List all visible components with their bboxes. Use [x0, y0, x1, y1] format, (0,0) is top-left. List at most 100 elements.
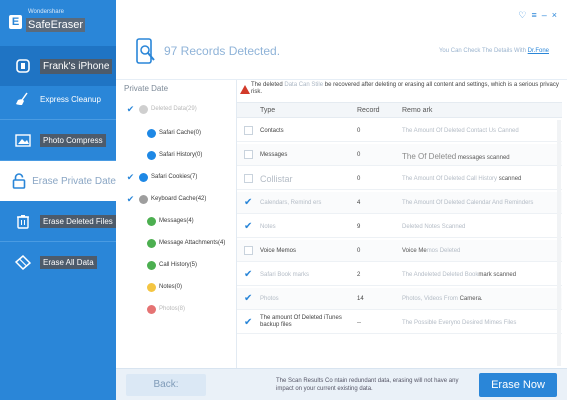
- sidebar-label-erase-all-data: Erase All Data: [40, 255, 97, 269]
- page-title: 97 Records Detected.: [164, 44, 281, 58]
- cell-type: Collistar: [260, 174, 293, 184]
- cell-type: Photos: [260, 296, 279, 302]
- warning-icon: [240, 85, 250, 94]
- checkbox[interactable]: [244, 174, 253, 183]
- cell-type: Notes: [260, 224, 276, 230]
- cell-remark: The Amount Of Deleted Calendar And Remin…: [402, 200, 534, 206]
- checkbox-icon[interactable]: [134, 261, 143, 270]
- category-icon: [147, 150, 156, 160]
- checkbox-icon[interactable]: [134, 151, 143, 160]
- tree-item[interactable]: Safari History(0): [134, 148, 202, 162]
- tree-item[interactable]: ✔ Keyboard Cache(42): [126, 192, 206, 206]
- cell-type: Calendars, Remind ers: [260, 200, 322, 206]
- window-controls: ♡ ≡ – ×: [518, 10, 557, 21]
- drfone-link[interactable]: Dr.Fone: [528, 48, 549, 54]
- tree-item[interactable]: ✔ Deleted Data(29): [126, 102, 197, 116]
- tree-item[interactable]: Photos(8): [134, 302, 185, 316]
- sidebar-item-photo-compress[interactable]: Photo Compress: [0, 120, 116, 160]
- checkbox-icon[interactable]: [134, 217, 143, 226]
- checkbox-checked-icon[interactable]: ✔: [244, 222, 254, 232]
- cell-record: 0: [357, 176, 361, 182]
- records-table: The deleted Data Can Stile be recovered …: [237, 80, 562, 368]
- checkbox-checked-icon[interactable]: ✔: [126, 194, 135, 204]
- cell-type: Messages: [260, 152, 288, 158]
- checkbox-icon[interactable]: [134, 239, 143, 248]
- cell-record: 9: [357, 224, 361, 230]
- cell-record: 14: [357, 296, 364, 302]
- category-icon: [139, 194, 148, 204]
- column-type[interactable]: Type: [260, 107, 275, 114]
- column-remark[interactable]: Remo ark: [402, 107, 432, 114]
- eraser-icon: [10, 254, 36, 270]
- cell-remark: The Of Deleted messages scanned: [402, 152, 510, 161]
- tree-item-label: Deleted Data(29): [151, 106, 197, 112]
- sidebar-item-erase-all-data[interactable]: Erase All Data: [0, 242, 116, 282]
- back-button[interactable]: Back:: [126, 374, 206, 396]
- cell-record: 0: [357, 152, 361, 158]
- table-row[interactable]: ✔ The amount Of Deleted iTunes backup fil…: [237, 312, 562, 334]
- category-icon: [147, 216, 156, 226]
- tree-item-label: Photos(8): [159, 306, 186, 312]
- tree-item[interactable]: Call History(5): [134, 258, 197, 272]
- table-row[interactable]: ✔ Photos 14 Photos, Videos From Camera.: [237, 288, 562, 310]
- table-row[interactable]: Messages 0 The Of Deleted messages scanned: [237, 144, 562, 166]
- table-row[interactable]: ✔ Safari Book marks 2 The Andeleted Deleted…: [237, 264, 562, 286]
- category-icon: [147, 238, 156, 248]
- checkbox-checked-icon[interactable]: ✔: [244, 198, 254, 208]
- menu-icon[interactable]: ≡: [531, 10, 536, 21]
- cell-record: 0: [357, 128, 361, 134]
- tree-item[interactable]: Safari Cache(0): [134, 126, 201, 140]
- checkbox-checked-icon[interactable]: ✔: [244, 294, 254, 304]
- details-hint-text: You Can Check The Details With: [438, 48, 526, 54]
- logo-icon: E: [9, 15, 22, 29]
- cell-remark: Deleted Notes Scanned: [402, 224, 466, 230]
- cell-remark: The Andeleted Deleted Bookmark scanned: [402, 272, 517, 278]
- cell-type: Safari Book marks: [260, 272, 310, 278]
- sidebar-item-express-cleanup[interactable]: Express Cleanup: [0, 79, 116, 119]
- category-icon: [147, 260, 156, 270]
- erase-now-button[interactable]: Erase Now: [479, 373, 557, 397]
- checkbox[interactable]: [244, 150, 253, 159]
- checkbox-icon[interactable]: [134, 129, 143, 138]
- trash-icon: [10, 214, 36, 229]
- table-row[interactable]: ✔ Calendars, Remind ers 4 The Amount Of Del…: [237, 192, 562, 214]
- feedback-icon[interactable]: ♡: [518, 10, 526, 21]
- table-row[interactable]: Voice Memos 0 Voice Memos Deleted: [237, 240, 562, 262]
- footer-message: The Scan Results Co ntain redundant data…: [276, 378, 459, 392]
- cell-remark: The Amount Of Deleted Call History scann…: [402, 176, 522, 182]
- sidebar-item-erase-deleted-files[interactable]: Erase Deleted Files: [0, 201, 116, 241]
- table-row[interactable]: Collistar 0 The Amount Of Deleted Call His…: [237, 168, 562, 190]
- tree-item[interactable]: Notes(0): [134, 280, 182, 294]
- tree-item-label: Notes(0): [159, 284, 183, 290]
- tree-item[interactable]: ✔ Safari Cookies(7): [126, 170, 197, 184]
- tree-item-label: Keyboard Cache(42): [151, 196, 207, 202]
- cell-remark: Voice Memos Deleted: [402, 248, 461, 254]
- checkbox-checked-icon[interactable]: ✔: [244, 270, 254, 280]
- tree-item[interactable]: Messages(4): [134, 214, 194, 228]
- footer-bar: Back: The Scan Results Co ntain redundan…: [116, 368, 567, 400]
- app-logo: E Wondershare SafeEraser: [6, 6, 116, 38]
- column-record[interactable]: Record: [357, 107, 380, 114]
- photo-icon: [10, 133, 36, 147]
- checkbox-icon[interactable]: [134, 283, 143, 292]
- header: ♡ ≡ – × 97 Records Detected. You Can Che…: [116, 0, 567, 80]
- cell-remark: The Possible Everyno Desired Mimes Files: [402, 320, 517, 326]
- checkbox[interactable]: [244, 126, 253, 135]
- close-icon[interactable]: ×: [552, 10, 557, 21]
- table-row[interactable]: Contacts 0 The Amount Of Deleted Contact U…: [237, 120, 562, 142]
- checkbox-icon[interactable]: [134, 305, 143, 314]
- tree-item[interactable]: Message Attachments(4): [134, 236, 225, 250]
- checkbox-checked-icon[interactable]: ✔: [244, 318, 254, 328]
- category-icon: [139, 104, 148, 114]
- details-hint: You Can Check The Details With Dr.Fone: [439, 48, 549, 54]
- checkbox[interactable]: [244, 246, 253, 255]
- checkbox-checked-icon[interactable]: ✔: [126, 104, 135, 114]
- cell-type: The amount Of Deleted iTunes backup file…: [260, 315, 342, 328]
- tree-item-label: Call History(5): [159, 262, 198, 268]
- table-row[interactable]: ✔ Notes 9 Deleted Notes Scanned: [237, 216, 562, 238]
- minimize-icon[interactable]: –: [542, 10, 547, 21]
- scrollbar[interactable]: [557, 120, 561, 366]
- checkbox-checked-icon[interactable]: ✔: [126, 172, 135, 182]
- brand-name: SafeEraser: [26, 18, 86, 32]
- sidebar-item-erase-private-data[interactable]: Erase Private Date: [0, 161, 116, 201]
